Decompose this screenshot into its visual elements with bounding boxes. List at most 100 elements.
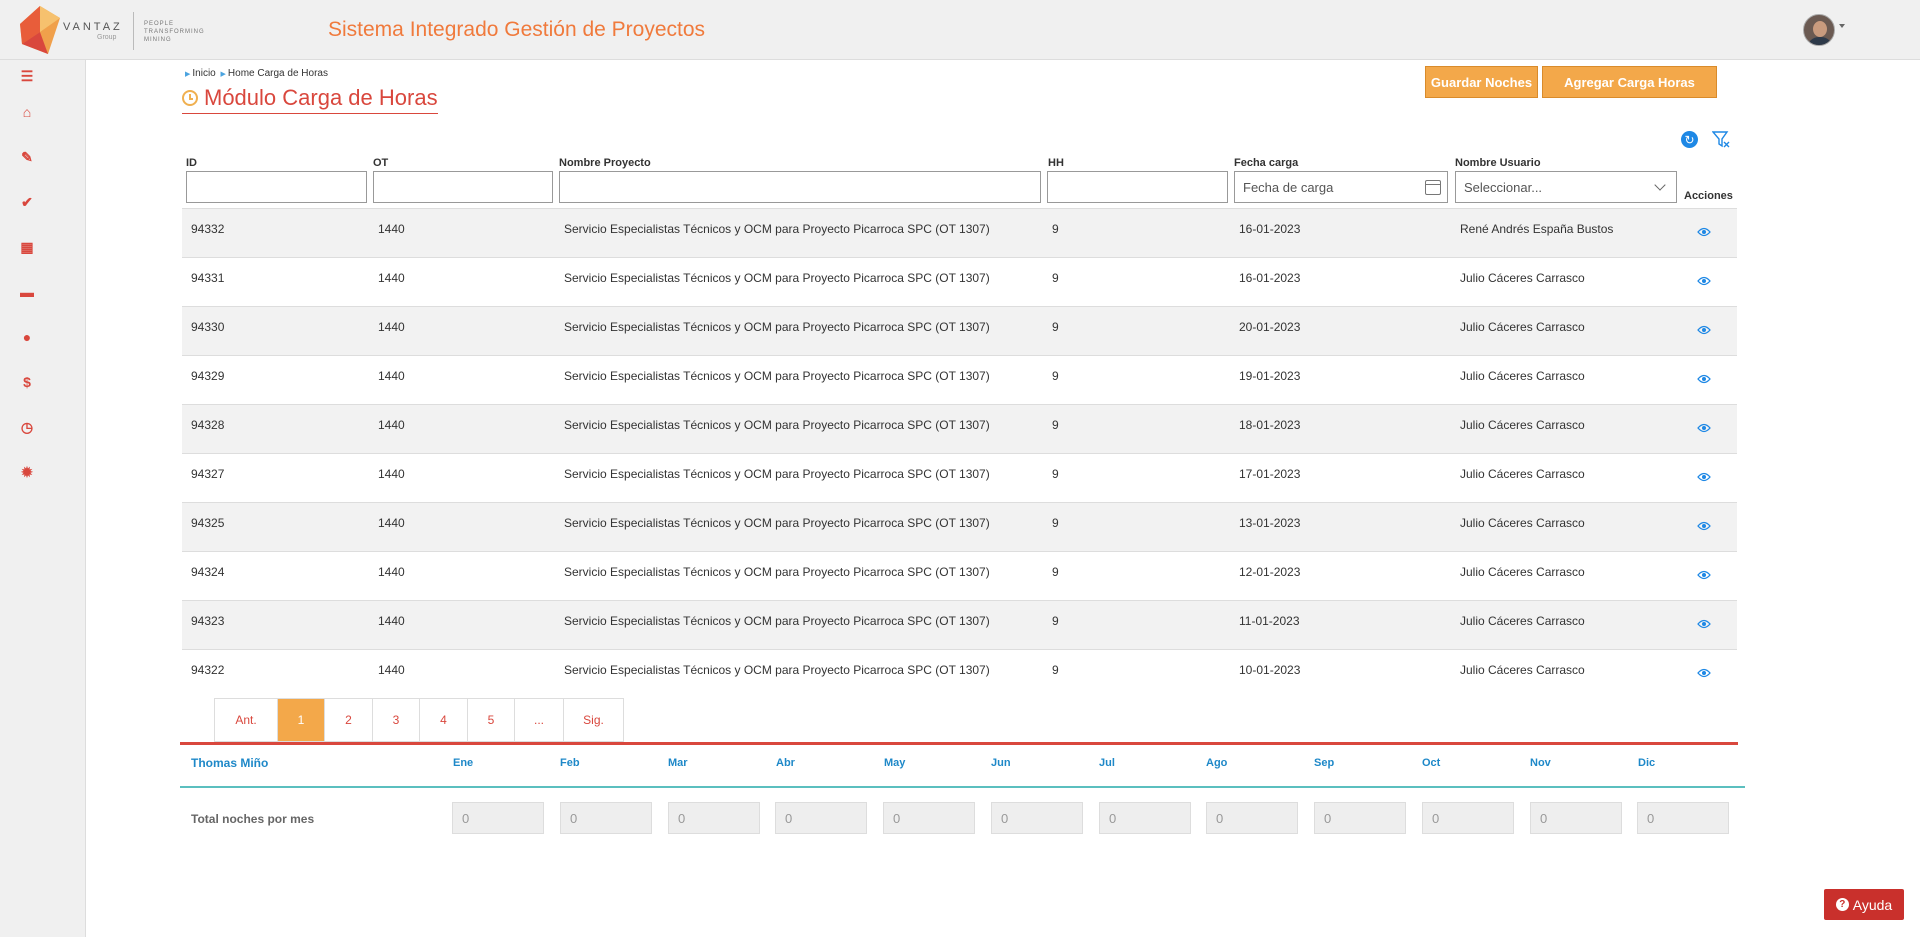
- page-ellipsis[interactable]: ...: [515, 699, 564, 741]
- user-avatar[interactable]: [1803, 14, 1835, 46]
- cell-usuario: Julio Cáceres Carrasco: [1460, 516, 1585, 530]
- cell-usuario: Julio Cáceres Carrasco: [1460, 614, 1585, 628]
- ot-filter-input[interactable]: [373, 171, 553, 203]
- table-row: 94327 1440 Servicio Especialistas Técnic…: [182, 453, 1737, 502]
- view-eye-icon[interactable]: [1697, 374, 1711, 384]
- cell-hh: 9: [1052, 369, 1059, 383]
- cell-ot: 1440: [378, 271, 405, 285]
- dollar-icon[interactable]: $: [17, 372, 37, 392]
- page-prev-button[interactable]: Ant.: [215, 699, 278, 741]
- cell-proyecto: Servicio Especialistas Técnicos y OCM pa…: [564, 222, 990, 236]
- cell-hh: 9: [1052, 222, 1059, 236]
- view-eye-icon[interactable]: [1697, 227, 1711, 237]
- guardar-noches-button[interactable]: Guardar Noches: [1425, 66, 1538, 98]
- page-3-button[interactable]: 3: [373, 699, 420, 741]
- noches-abr-input[interactable]: 0: [775, 802, 867, 834]
- cell-proyecto: Servicio Especialistas Técnicos y OCM pa…: [564, 467, 990, 481]
- view-eye-icon[interactable]: [1697, 423, 1711, 433]
- cell-id: 94324: [191, 565, 225, 579]
- help-button[interactable]: ? Ayuda: [1824, 889, 1904, 920]
- usuario-filter-select[interactable]: Seleccionar...: [1455, 171, 1677, 203]
- vantaz-logo[interactable]: VANTAZ Group PEOPLE TRANSFORMING MINING: [18, 4, 218, 56]
- calendar-icon[interactable]: [1425, 180, 1441, 195]
- gear-icon[interactable]: ✹: [17, 462, 37, 482]
- pin-icon[interactable]: ✎: [17, 147, 37, 167]
- cell-usuario: Julio Cáceres Carrasco: [1460, 418, 1585, 432]
- noches-ene-input[interactable]: 0: [452, 802, 544, 834]
- noches-nov-input[interactable]: 0: [1530, 802, 1622, 834]
- noches-sep-input[interactable]: 0: [1314, 802, 1406, 834]
- view-eye-icon[interactable]: [1697, 521, 1711, 531]
- question-icon: ?: [1835, 898, 1849, 911]
- page-next-button[interactable]: Sig.: [564, 699, 623, 741]
- home-icon[interactable]: ⌂: [17, 102, 37, 122]
- cell-proyecto: Servicio Especialistas Técnicos y OCM pa…: [564, 271, 990, 285]
- logo-mark-icon: [20, 6, 60, 54]
- noches-oct-input[interactable]: 0: [1422, 802, 1514, 834]
- view-eye-icon[interactable]: [1697, 668, 1711, 678]
- carga-horas-table: 94332 1440 Servicio Especialistas Técnic…: [182, 208, 1737, 698]
- month-header: Jul: [1099, 757, 1115, 769]
- proyecto-column-label: Nombre Proyecto: [559, 157, 651, 169]
- acciones-column-label: Acciones: [1684, 190, 1733, 202]
- cell-hh: 9: [1052, 320, 1059, 334]
- table-row: 94332 1440 Servicio Especialistas Técnic…: [182, 208, 1737, 257]
- table-row: 94322 1440 Servicio Especialistas Técnic…: [182, 649, 1737, 698]
- user-icon[interactable]: ●: [17, 327, 37, 347]
- hh-filter-input[interactable]: [1047, 171, 1228, 203]
- fecha-filter-input[interactable]: Fecha de carga: [1234, 171, 1448, 203]
- breadcrumb-inicio[interactable]: Inicio: [192, 68, 215, 79]
- briefcase-icon[interactable]: ▬: [17, 282, 37, 302]
- noches-jun-input[interactable]: 0: [991, 802, 1083, 834]
- view-eye-icon[interactable]: [1697, 619, 1711, 629]
- cell-ot: 1440: [378, 369, 405, 383]
- table-row: 94324 1440 Servicio Especialistas Técnic…: [182, 551, 1737, 600]
- page-4-button[interactable]: 4: [420, 699, 468, 741]
- clear-filter-icon[interactable]: [1712, 131, 1730, 148]
- noches-mar-input[interactable]: 0: [668, 802, 760, 834]
- noches-ago-input[interactable]: 0: [1206, 802, 1298, 834]
- cell-id: 94330: [191, 320, 225, 334]
- cell-fecha: 20-01-2023: [1239, 320, 1301, 334]
- cell-hh: 9: [1052, 663, 1059, 677]
- cell-usuario: Julio Cáceres Carrasco: [1460, 271, 1585, 285]
- cell-fecha: 17-01-2023: [1239, 467, 1301, 481]
- breadcrumb-home-carga[interactable]: Home Carga de Horas: [228, 68, 328, 79]
- id-column-label: ID: [186, 157, 197, 169]
- clock-icon[interactable]: ◷: [17, 417, 37, 437]
- section-divider: [180, 742, 1738, 745]
- view-eye-icon[interactable]: [1697, 276, 1711, 286]
- check-icon[interactable]: ✔: [17, 192, 37, 212]
- cell-ot: 1440: [378, 222, 405, 236]
- caret-down-icon[interactable]: [1839, 24, 1845, 28]
- cell-ot: 1440: [378, 614, 405, 628]
- proyecto-filter-input[interactable]: [559, 171, 1041, 203]
- noches-dic-input[interactable]: 0: [1637, 802, 1729, 834]
- id-filter-input[interactable]: [186, 171, 367, 203]
- view-eye-icon[interactable]: [1697, 472, 1711, 482]
- noches-feb-input[interactable]: 0: [560, 802, 652, 834]
- page-1-button[interactable]: 1: [278, 699, 325, 741]
- table-row: 94331 1440 Servicio Especialistas Técnic…: [182, 257, 1737, 306]
- refresh-icon[interactable]: ↻: [1681, 131, 1698, 148]
- month-header: Ene: [453, 757, 474, 769]
- agregar-carga-horas-button[interactable]: Agregar Carga Horas: [1542, 66, 1717, 98]
- menu-icon[interactable]: ☰: [17, 66, 37, 86]
- cell-ot: 1440: [378, 418, 405, 432]
- page-5-button[interactable]: 5: [468, 699, 515, 741]
- month-header: Mar: [668, 757, 688, 769]
- noches-may-input[interactable]: 0: [883, 802, 975, 834]
- cell-usuario: Julio Cáceres Carrasco: [1460, 663, 1585, 677]
- page-title: Módulo Carga de Horas: [182, 82, 438, 114]
- view-eye-icon[interactable]: [1697, 570, 1711, 580]
- clock-icon: [182, 89, 198, 106]
- view-eye-icon[interactable]: [1697, 325, 1711, 335]
- month-header: Abr: [776, 757, 795, 769]
- page-2-button[interactable]: 2: [325, 699, 373, 741]
- fecha-placeholder: Fecha de carga: [1243, 179, 1334, 195]
- calendar-icon[interactable]: ▦: [17, 237, 37, 257]
- cell-usuario: Julio Cáceres Carrasco: [1460, 565, 1585, 579]
- cell-fecha: 11-01-2023: [1239, 614, 1300, 628]
- page-title-text: Módulo Carga de Horas: [204, 84, 438, 110]
- noches-jul-input[interactable]: 0: [1099, 802, 1191, 834]
